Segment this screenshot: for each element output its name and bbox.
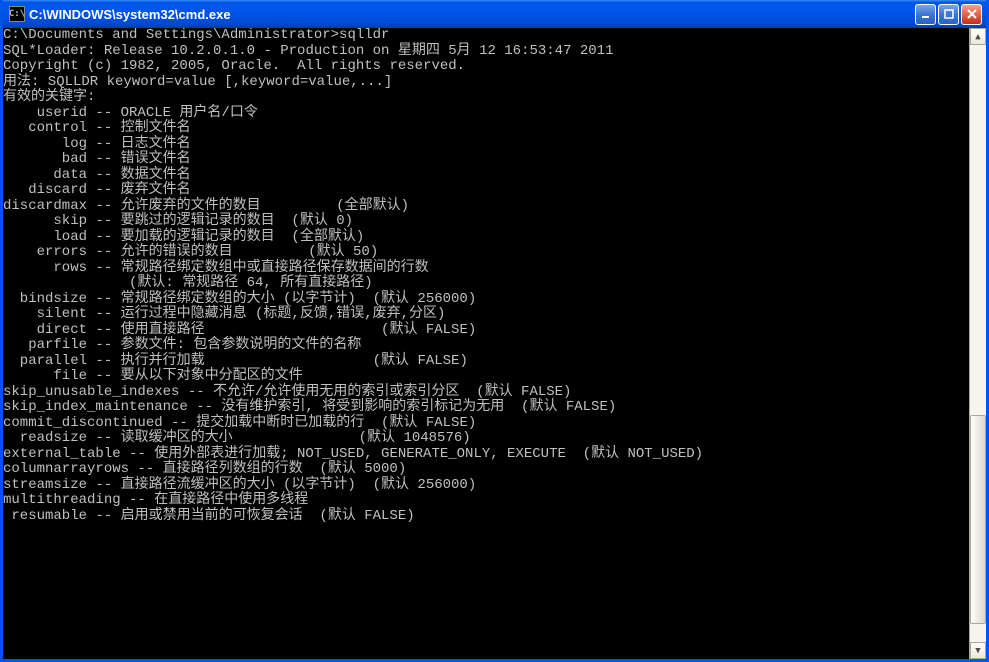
keyword-line: parfile -- 参数文件: 包含参数说明的文件的名称 [3,338,969,354]
keyword-line: data -- 数据文件名 [3,168,969,184]
scroll-thumb[interactable] [970,415,986,624]
version-line: SQL*Loader: Release 10.2.0.1.0 - Product… [3,44,969,60]
prompt-line: C:\Documents and Settings\Administrator>… [3,28,969,44]
keyword-line: columnarrayrows -- 直接路径列数组的行数 (默认 5000) [3,462,969,478]
cmd-window: C:\ C:\WINDOWS\system32\cmd.exe C:\Docum… [0,0,989,662]
keyword-line: skip_unusable_indexes -- 不允许/允许使用无用的索引或索… [3,385,969,401]
window-controls [915,4,982,25]
window-title: C:\WINDOWS\system32\cmd.exe [29,7,915,22]
scroll-track[interactable] [970,45,986,642]
keyword-line: parallel -- 执行并行加载 (默认 FALSE) [3,354,969,370]
keyword-line: userid -- ORACLE 用户名/口令 [3,106,969,122]
keyword-line: control -- 控制文件名 [3,121,969,137]
app-icon: C:\ [9,6,25,22]
scroll-down-button[interactable]: ▼ [970,642,986,659]
keyword-line: skip_index_maintenance -- 没有维护索引, 将受到影响的… [3,400,969,416]
keyword-line: discard -- 废弃文件名 [3,183,969,199]
titlebar[interactable]: C:\ C:\WINDOWS\system32\cmd.exe [3,0,986,28]
keyword-line: multithreading -- 在直接路径中使用多线程 [3,493,969,509]
keyword-line: streamsize -- 直接路径流缓冲区的大小 (以字节计) (默认 256… [3,478,969,494]
keyword-line: rows -- 常规路径绑定数组中或直接路径保存数据间的行数 [3,261,969,277]
close-button[interactable] [961,4,982,25]
keyword-line: errors -- 允许的错误的数目 (默认 50) [3,245,969,261]
client-area: C:\Documents and Settings\Administrator>… [3,28,986,659]
keyword-line: file -- 要从以下对象中分配区的文件 [3,369,969,385]
keyword-line: silent -- 运行过程中隐藏消息 (标题,反馈,错误,废弃,分区) [3,307,969,323]
keyword-line: bindsize -- 常规路径绑定数组的大小 (以字节计) (默认 25600… [3,292,969,308]
keyword-line: (默认: 常规路径 64, 所有直接路径) [3,276,969,292]
minimize-button[interactable] [915,4,936,25]
keyword-line: skip -- 要跳过的逻辑记录的数目 (默认 0) [3,214,969,230]
keywords-header: 有效的关键字: [3,90,969,106]
keyword-line: readsize -- 读取缓冲区的大小 (默认 1048576) [3,431,969,447]
keyword-line: commit_discontinued -- 提交加载中断时已加载的行 (默认 … [3,416,969,432]
keyword-line: discardmax -- 允许废弃的文件的数目 (全部默认) [3,199,969,215]
keyword-line: external_table -- 使用外部表进行加载; NOT_USED, G… [3,447,969,463]
keyword-line: resumable -- 启用或禁用当前的可恢复会话 (默认 FALSE) [3,509,969,525]
terminal-output[interactable]: C:\Documents and Settings\Administrator>… [3,28,969,659]
keyword-line: bad -- 错误文件名 [3,152,969,168]
keyword-line: log -- 日志文件名 [3,137,969,153]
vertical-scrollbar[interactable]: ▲ ▼ [969,28,986,659]
scroll-up-button[interactable]: ▲ [970,28,986,45]
keyword-line: load -- 要加载的逻辑记录的数目 (全部默认) [3,230,969,246]
keyword-line: direct -- 使用直接路径 (默认 FALSE) [3,323,969,339]
usage-line: 用法: SQLLDR keyword=value [,keyword=value… [3,75,969,91]
maximize-button[interactable] [938,4,959,25]
copyright-line: Copyright (c) 1982, 2005, Oracle. All ri… [3,59,969,75]
